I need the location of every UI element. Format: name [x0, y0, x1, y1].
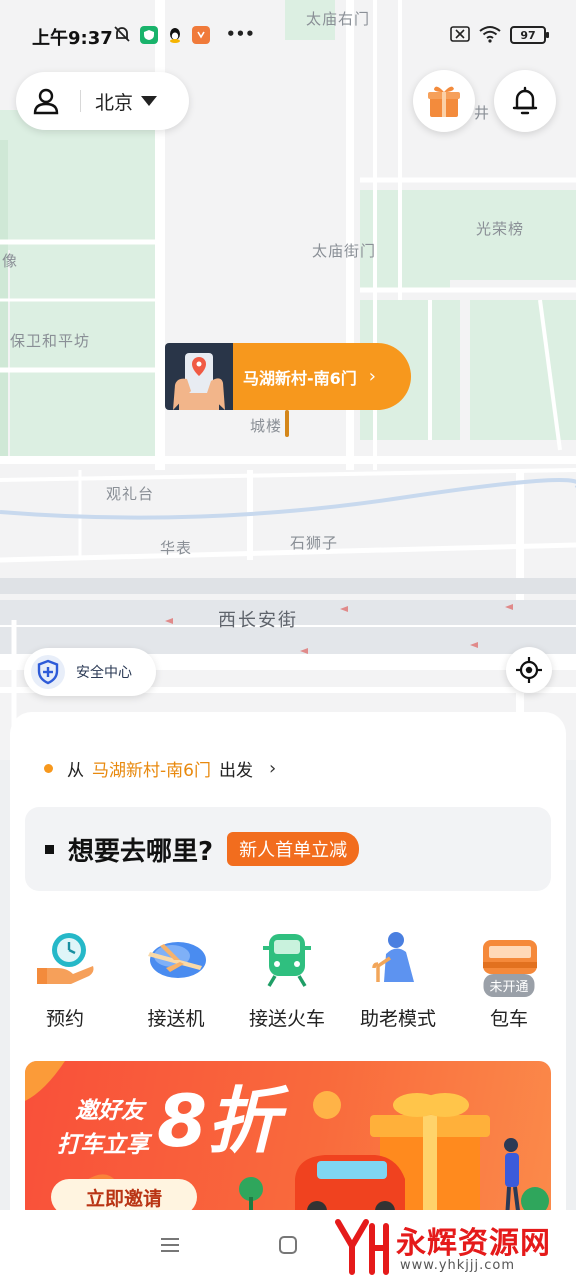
caret-down-icon[interactable] — [141, 96, 158, 106]
qq-icon — [166, 26, 184, 44]
security-app-icon — [140, 26, 158, 44]
destination-prompt: 想要去哪里? — [68, 836, 214, 867]
user-city-selector[interactable]: 北京 — [16, 72, 189, 130]
pickup-pin-stem — [285, 410, 289, 437]
service-list: 预约 接送机 接送火车 助老模式 未开通 包车 — [10, 924, 566, 1034]
map-label: 井 — [474, 104, 491, 122]
map-label: 石狮子 — [290, 534, 339, 552]
service-charter[interactable]: 未开通 包车 — [454, 924, 564, 1034]
reserve-clock-icon — [37, 933, 94, 984]
chevron-right-icon: › — [268, 758, 277, 779]
map-label: 华表 — [160, 539, 193, 557]
city-label[interactable]: 北京 — [95, 88, 133, 115]
pickup-illustration — [165, 343, 233, 410]
user-icon[interactable] — [30, 85, 62, 117]
status-bar: 上午9:37 ••• 97 — [0, 0, 576, 70]
sim-off-icon — [450, 24, 470, 44]
shield-plus-icon — [31, 655, 65, 689]
safety-center-label: 安全中心 — [76, 665, 132, 681]
app-notification-icon — [192, 26, 210, 44]
banner-line2: 打车立享 — [57, 1132, 149, 1158]
service-reserve[interactable]: 预约 — [10, 924, 120, 1034]
ride-bottom-sheet: 从 马湖新村-南6门 出发 › 想要去哪里? 新人首单立减 预约 接送机 接送火… — [10, 712, 566, 1232]
map-label: 保卫和平坊 — [10, 332, 91, 350]
battery-indicator: 97 — [510, 26, 549, 44]
pickup-dot-icon — [44, 764, 53, 773]
watermark-url: www.yhkjjj.com — [400, 1258, 516, 1273]
chevron-right-icon: › — [368, 366, 376, 387]
from-prefix: 从 — [67, 761, 84, 781]
bell-icon — [512, 86, 538, 115]
service-train[interactable]: 接送火车 — [232, 924, 342, 1034]
home-icon[interactable] — [276, 1234, 300, 1256]
service-label: 接送火车 — [248, 1008, 325, 1030]
status-time: 上午9:37 — [32, 28, 113, 49]
notification-button[interactable] — [494, 70, 556, 132]
gift-button[interactable] — [413, 70, 475, 132]
map-label: 城楼 — [250, 417, 283, 435]
service-airport[interactable]: 接送机 — [121, 924, 231, 1034]
map-label: 光荣榜 — [476, 220, 525, 238]
mute-bell-icon — [112, 24, 132, 44]
safety-center-button[interactable]: 安全中心 — [24, 648, 156, 696]
train-icon — [263, 934, 311, 987]
service-label: 助老模式 — [359, 1008, 436, 1030]
street-label: 西长安街 — [218, 610, 298, 631]
destination-input[interactable]: 想要去哪里? 新人首单立减 — [25, 807, 551, 891]
watermark-logo-icon — [335, 1219, 389, 1275]
banner-discount: 8折 — [157, 1079, 280, 1163]
new-user-promo-badge: 新人首单立减 — [227, 832, 360, 866]
crosshair-icon — [516, 657, 542, 683]
service-elderly-mode[interactable]: 助老模式 — [343, 924, 453, 1034]
pickup-name: 马湖新村-南6门 — [243, 368, 357, 388]
service-label: 包车 — [489, 1008, 528, 1030]
airplane-icon — [148, 942, 206, 978]
map-label: 观礼台 — [106, 485, 155, 503]
elderly-icon — [372, 932, 414, 982]
from-place: 马湖新村-南6门 — [92, 761, 211, 781]
menu-icon[interactable] — [158, 1234, 182, 1256]
map-label: 山像 — [0, 252, 19, 270]
wifi-icon — [478, 24, 502, 44]
pickup-point-marker[interactable]: 马湖新村-南6门 › — [165, 343, 411, 410]
invite-friends-banner[interactable]: 邀好友 打车立享 8折 立即邀请 — [25, 1061, 551, 1221]
pickup-label[interactable]: 马湖新村-南6门 › — [233, 343, 411, 410]
from-suffix: 出发 — [218, 761, 253, 781]
service-label: 预约 — [45, 1008, 84, 1030]
watermark: 永辉资源网 www.yhkjjj.com — [330, 1212, 576, 1280]
divider — [80, 90, 81, 112]
more-notifications: ••• — [226, 25, 255, 43]
pickup-row[interactable]: 从 马湖新村-南6门 出发 › — [44, 756, 276, 781]
service-label: 接送机 — [147, 1008, 205, 1030]
destination-square-icon — [45, 844, 54, 854]
not-available-badge: 未开通 — [483, 974, 535, 997]
watermark-title: 永辉资源网 — [396, 1226, 551, 1261]
locate-me-button[interactable] — [506, 647, 552, 693]
gift-icon — [428, 86, 460, 117]
banner-line1: 邀好友 — [75, 1098, 144, 1124]
map-label: 太庙街门 — [312, 242, 377, 260]
